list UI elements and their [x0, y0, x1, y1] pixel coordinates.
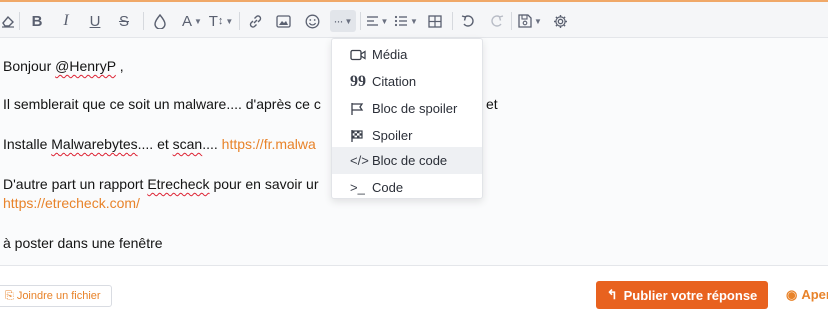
gear-icon[interactable]	[551, 10, 569, 32]
text: à poster dans une fenêtre	[3, 235, 163, 251]
chevron-down-icon: ▼	[534, 16, 542, 26]
undo-icon[interactable]	[459, 10, 477, 32]
checkered-flag-icon	[350, 129, 372, 143]
link-icon[interactable]	[246, 10, 264, 32]
table-icon[interactable]	[426, 10, 444, 32]
text: D'autre part un rapport	[3, 176, 148, 192]
paragraph-greeting: Bonjour @HenryP ,	[3, 57, 124, 76]
menu-item-label: Spoiler	[372, 128, 413, 143]
toolbar-divider	[143, 12, 144, 30]
paragraph-install: Installe Malwarebytes.... et scan.... ht…	[3, 135, 316, 154]
chevron-down-icon: ▼	[194, 16, 202, 26]
malwarebytes-link[interactable]: https://fr.malwa	[222, 136, 316, 152]
chevron-down-icon: ▼	[410, 16, 418, 26]
font-color-label: A	[182, 12, 193, 30]
menu-item-code-block[interactable]: </> Bloc de code	[332, 147, 482, 174]
menu-item-media[interactable]: Média	[332, 41, 482, 68]
text: pour en savoir ur	[209, 176, 319, 192]
menu-item-quote[interactable]: 99 Citation	[332, 68, 482, 95]
menu-item-label: Bloc de spoiler	[372, 101, 458, 116]
more-options-button[interactable]: ··· ▼	[330, 10, 356, 32]
paragraph-malware-tail: et	[486, 95, 498, 114]
publish-reply-button[interactable]: ↰ Publier votre réponse	[596, 281, 768, 309]
editor-toolbar: B I U S A ▼ T ↕ ▼ ··· ▼ ▼ ▼ ▼	[0, 0, 828, 38]
paperclip-icon: ⎘	[5, 289, 14, 302]
list-button[interactable]: ▼	[393, 10, 419, 32]
misspelled-word: Malwarebytes	[51, 136, 138, 152]
paragraph-etrecheck-link: https://etrecheck.com/	[3, 194, 140, 213]
align-left-icon	[366, 16, 378, 26]
video-icon	[350, 49, 372, 61]
text: .... et	[137, 136, 173, 152]
text: ....	[202, 136, 222, 152]
save-icon	[518, 14, 532, 28]
quote-icon: 99	[350, 72, 366, 90]
chevron-down-icon: ▼	[225, 16, 234, 26]
misspelled-word: scan	[172, 136, 203, 152]
align-button[interactable]: ▼	[365, 10, 389, 32]
attach-file-button[interactable]: ⎘ Joindre un fichier	[0, 285, 112, 307]
reply-arrow-icon: ↰	[606, 287, 618, 302]
bold-button[interactable]: B	[28, 10, 46, 32]
text: ,	[115, 58, 124, 74]
toolbar-divider	[511, 12, 512, 30]
text: Bonjour	[3, 58, 56, 74]
italic-button[interactable]: I	[57, 10, 75, 32]
eraser-icon[interactable]	[0, 10, 16, 32]
chevron-down-icon: ▼	[380, 16, 389, 26]
code-brackets-icon: </>	[350, 153, 369, 168]
droplet-icon[interactable]	[152, 10, 168, 32]
menu-item-label: Code	[372, 180, 404, 195]
insert-menu-dropdown: Média 99 Citation Bloc de spoiler Spoile…	[331, 38, 483, 199]
etrecheck-link[interactable]: https://etrecheck.com/	[3, 195, 140, 211]
menu-item-label: Média	[372, 47, 408, 62]
drafts-button[interactable]: ▼	[517, 10, 543, 32]
misspelled-word: Etrecheck	[147, 176, 210, 192]
menu-item-spoiler-block[interactable]: Bloc de spoiler	[332, 95, 482, 122]
toolbar-divider	[452, 12, 453, 30]
paragraph-etrecheck: D'autre part un rapport Etrecheck pour e…	[3, 175, 319, 194]
user-mention[interactable]: @HenryP	[55, 58, 116, 74]
text: et	[486, 96, 498, 112]
text: Il semblerait que ce soit un malware....…	[3, 96, 321, 112]
font-size-arrows-icon: ↕	[217, 15, 224, 27]
redo-icon[interactable]	[488, 10, 506, 32]
smiley-icon[interactable]	[303, 10, 321, 32]
flag-icon	[350, 102, 372, 116]
image-icon[interactable]	[274, 10, 292, 32]
menu-item-label: Bloc de code	[372, 153, 448, 168]
menu-item-label: Citation	[372, 74, 417, 89]
menu-item-spoiler[interactable]: Spoiler	[332, 122, 482, 149]
paragraph-malware: Il semblerait que ce soit un malware....…	[3, 95, 321, 114]
terminal-icon: >_	[350, 180, 365, 195]
toolbar-divider	[239, 12, 240, 30]
paragraph-window: à poster dans une fenêtre	[3, 234, 163, 253]
publish-reply-label: Publier votre réponse	[623, 287, 758, 303]
font-size-label: T	[208, 12, 218, 30]
toolbar-divider	[360, 12, 361, 30]
attach-file-label: Joindre un fichier	[16, 290, 101, 302]
underline-button[interactable]: U	[86, 10, 104, 32]
menu-item-code[interactable]: >_ Code	[332, 174, 482, 201]
bullet-list-icon	[394, 15, 408, 27]
text: Installe	[3, 136, 52, 152]
font-size-button[interactable]: T ↕ ▼	[208, 10, 234, 32]
ellipsis-icon: ···	[333, 14, 344, 28]
strikethrough-button[interactable]: S	[115, 10, 133, 32]
font-color-button[interactable]: A ▼	[179, 10, 205, 32]
chevron-down-icon: ▼	[344, 16, 353, 26]
preview-button[interactable]: ◉Aper	[786, 287, 828, 303]
toolbar-divider	[19, 12, 20, 30]
